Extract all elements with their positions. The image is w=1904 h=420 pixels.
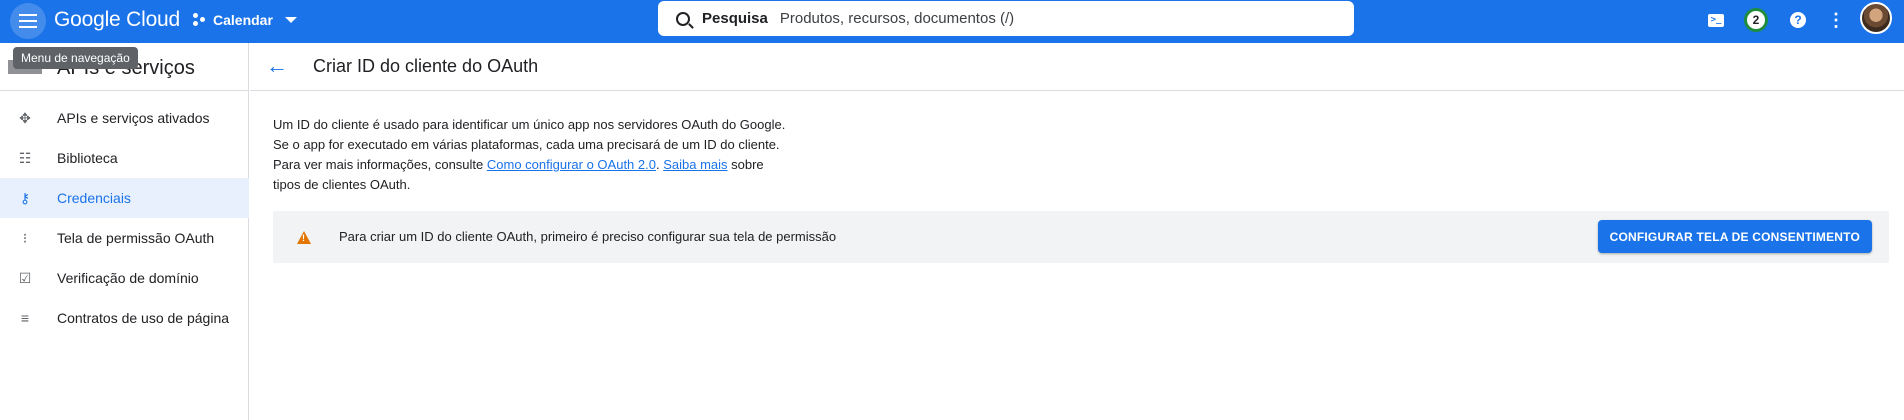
more-vert-icon: ⋮ [1827,9,1845,30]
key-icon: ⚷ [19,190,31,206]
sidebar-item-label: Biblioteca [57,150,118,166]
sidebar-item-enabled-apis[interactable]: ✥ APIs e serviços ativados [0,98,249,138]
help-icon: ? [1790,12,1806,28]
search-bar[interactable]: Pesquisa Produtos, recursos, documentos … [658,1,1354,36]
consent-icon: ⁝ [22,230,28,246]
project-selector[interactable]: Calendar [193,9,297,31]
menu-icon [19,14,37,28]
learn-more-link[interactable]: Saiba mais [663,157,727,172]
chevron-down-icon [284,17,297,23]
terminal-icon: >_ [1708,13,1724,27]
back-arrow-icon[interactable]: ← [266,55,290,79]
tooltip: Menu de navegação [13,47,138,69]
navigation-menu-button[interactable] [10,3,46,39]
more-options-button[interactable]: ⋮ [1822,6,1850,34]
description-line: tipos de clientes OAuth. [273,177,411,192]
cloud-shell-button[interactable]: >_ [1702,6,1730,34]
banner-text: Para criar um ID do cliente OAuth, prime… [339,229,837,244]
page-header: ← Criar ID do cliente do OAuth [250,43,1904,91]
description-line: Para ver mais informações, consulte Como… [273,155,785,175]
page-title: Criar ID do cliente do OAuth [313,56,539,76]
description-text: sobre [727,157,764,172]
google-cloud-logo[interactable]: Google Cloud [54,8,180,32]
sidebar-item-label: Verificação de domínio [57,270,199,286]
configure-consent-screen-button[interactable]: CONFIGURAR TELA DE CONSENTIMENTO [1597,220,1872,253]
description-line: Se o app for executado em várias platafo… [273,137,780,152]
sidebar: APIs e serviços ✥ APIs e serviços ativad… [0,43,249,420]
notification-badge: 2 [1744,8,1768,32]
description: Um ID do cliente é usado para identifica… [273,115,785,195]
consent-warning-banner: Para criar um ID do cliente OAuth, prime… [273,211,1889,263]
search-label: Pesquisa [702,10,768,27]
apis-icon: ✥ [19,110,31,126]
avatar[interactable] [1860,2,1892,34]
sidebar-item-label: Tela de permissão OAuth [57,230,215,246]
sidebar-item-oauth-consent[interactable]: ⁝ Tela de permissão OAuth [0,218,249,258]
domain-check-icon: ☑ [18,270,32,286]
warning-icon [297,231,311,244]
notifications-button[interactable]: 2 [1742,6,1770,34]
sidebar-item-page-usage-agreements[interactable]: ≡ Contratos de uso de página [0,298,249,338]
main-content: ← Criar ID do cliente do OAuth Um ID do … [250,43,1904,420]
description-text: Para ver mais informações, consulte [273,157,487,172]
project-icon [193,13,207,27]
sidebar-item-domain-verification[interactable]: ☑ Verificação de domínio [0,258,249,298]
help-button[interactable]: ? [1784,6,1812,34]
sidebar-item-label: Contratos de uso de página [57,310,230,326]
project-name: Calendar [213,12,273,28]
top-bar: Google Cloud Calendar Pesquisa Produtos,… [0,0,1904,43]
search-icon [676,11,690,26]
sidebar-item-library[interactable]: ☷ Biblioteca [0,138,249,178]
sidebar-item-credentials[interactable]: ⚷ Credenciais [0,178,249,218]
sidebar-item-label: Credenciais [57,190,131,206]
oauth-setup-link[interactable]: Como configurar o OAuth 2.0 [487,157,656,172]
sidebar-item-label: APIs e serviços ativados [57,110,210,126]
description-line: Um ID do cliente é usado para identifica… [273,117,786,132]
library-icon: ☷ [18,150,32,166]
settings-list-icon: ≡ [20,310,30,326]
search-input[interactable]: Produtos, recursos, documentos (/) [780,10,1014,27]
